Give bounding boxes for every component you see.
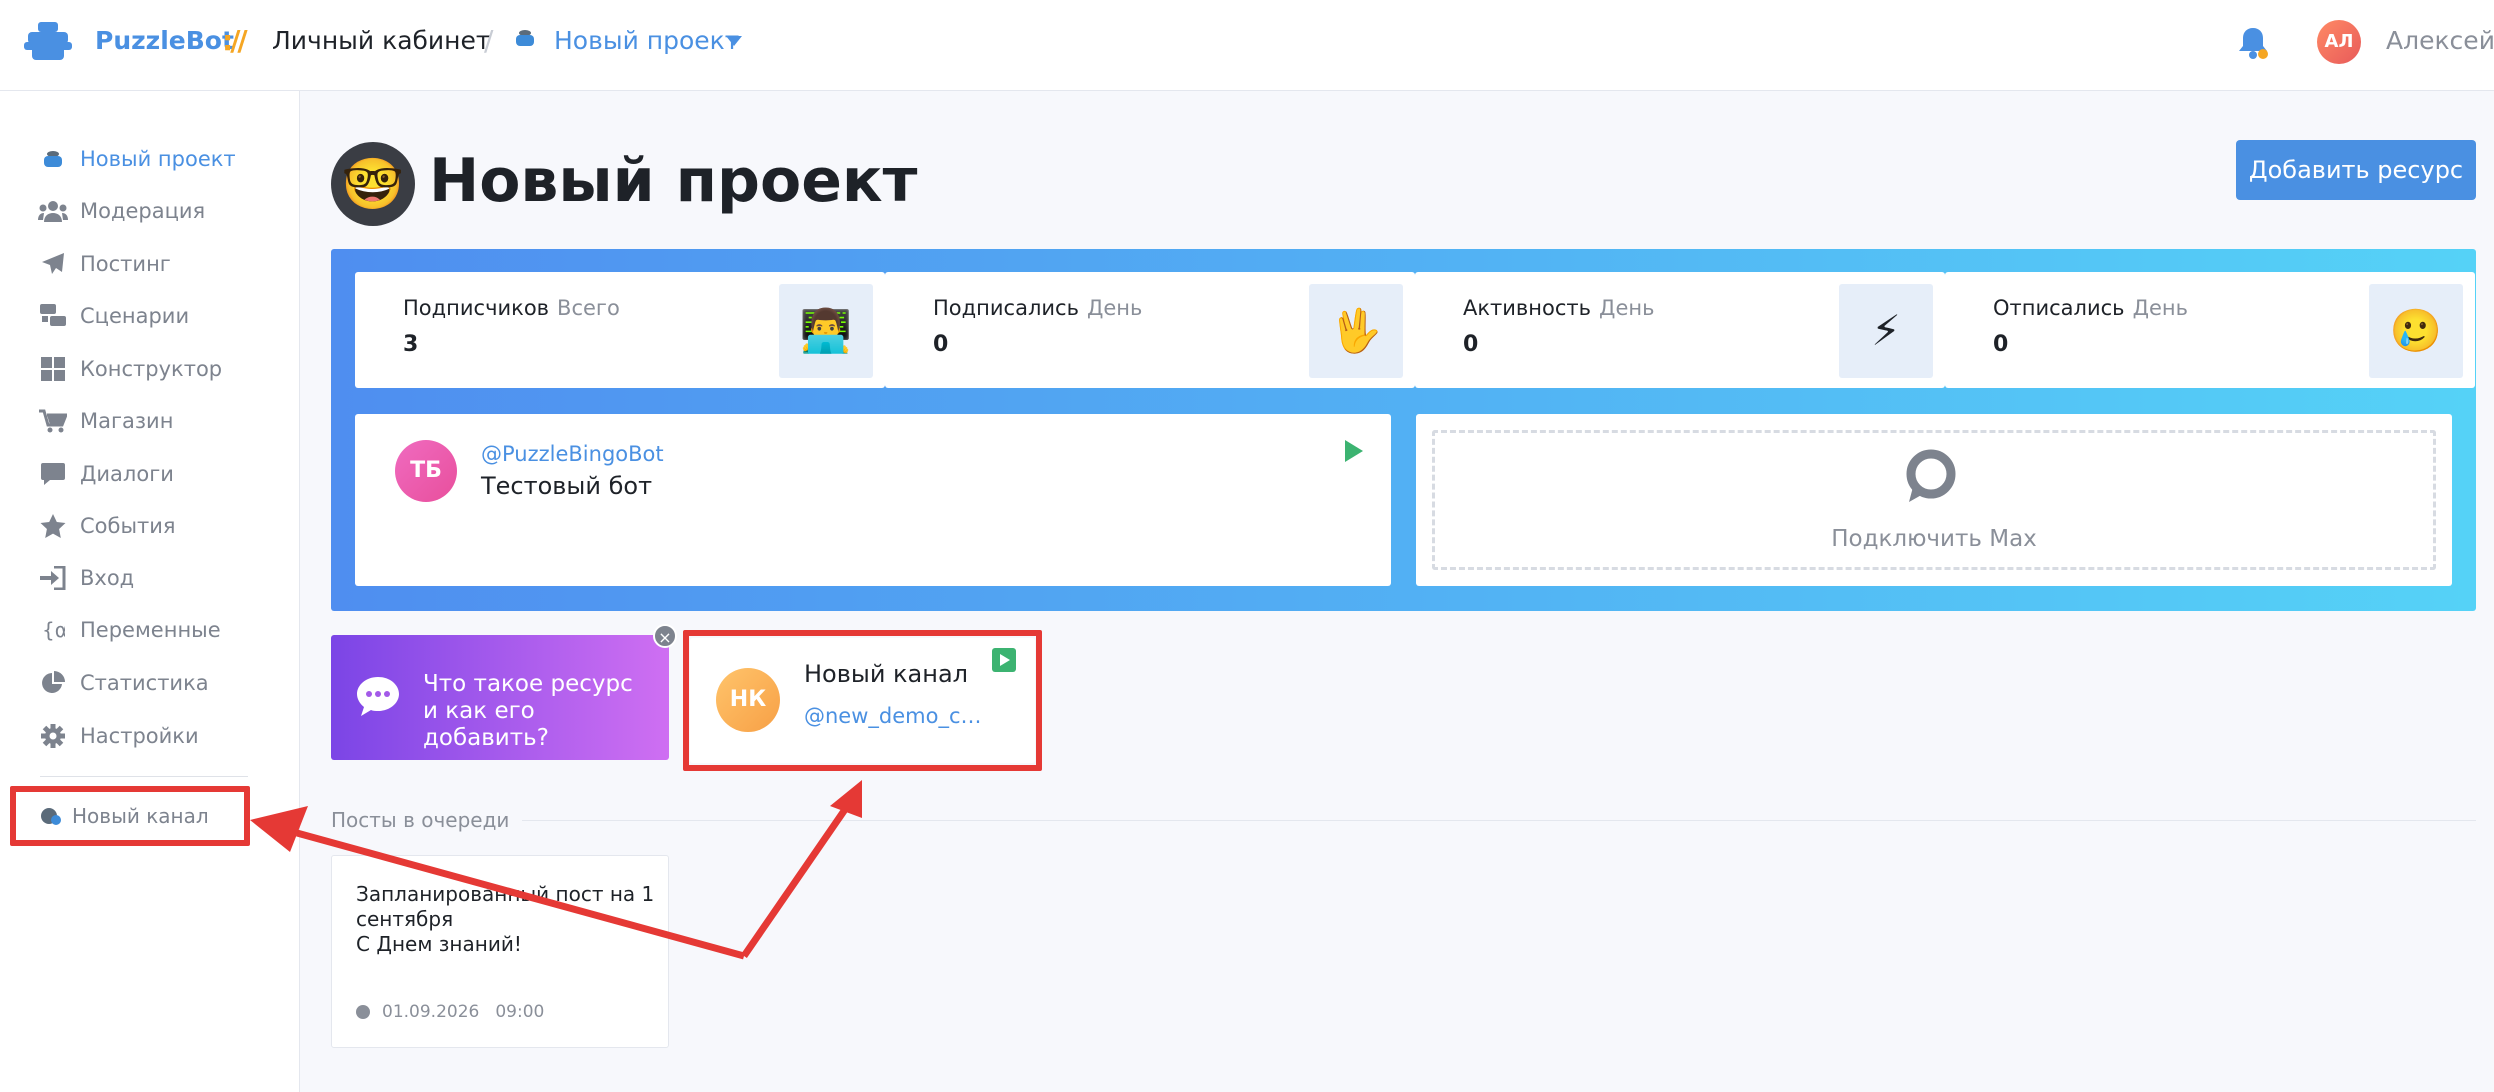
sidebar-item-label: Переменные bbox=[80, 618, 221, 642]
breadcrumb-project-dropdown[interactable]: Новый проект bbox=[554, 26, 739, 55]
bell-icon[interactable] bbox=[2236, 24, 2270, 62]
stat-value: 0 bbox=[1993, 332, 2009, 357]
stat-label: Подписались День bbox=[933, 296, 1143, 320]
stat-card-unsubscribed: Отписались День 0 🥲 bbox=[1945, 272, 2475, 388]
post-text: Запланированный пост на 1 сентября С Дне… bbox=[356, 882, 655, 956]
paper-plane-icon bbox=[38, 251, 68, 277]
sidebar-item-label: Постинг bbox=[80, 252, 171, 276]
play-icon[interactable] bbox=[1345, 440, 1363, 462]
sidebar-item-dialogs[interactable]: Диалоги bbox=[38, 454, 174, 494]
stat-value: 0 bbox=[933, 332, 949, 357]
brand-separator: :// bbox=[222, 24, 248, 57]
bot-username-link[interactable]: @PuzzleBingoBot bbox=[481, 442, 664, 466]
add-resource-button[interactable]: Добавить ресурс bbox=[2236, 140, 2476, 200]
sidebar-item-project[interactable]: Новый проект bbox=[38, 139, 236, 179]
variable-icon: {α bbox=[38, 617, 68, 643]
stat-card-subscribers: Подписчиков Всего 3 👨‍💻 bbox=[355, 272, 885, 388]
grid-icon bbox=[38, 356, 68, 382]
sidebar-item-label: Статистика bbox=[80, 671, 209, 695]
arrow-line-up bbox=[741, 806, 849, 958]
sidebar-item-shop[interactable]: Магазин bbox=[38, 401, 173, 441]
sidebar-item-label: Сценарии bbox=[80, 304, 190, 328]
arrow-head-up bbox=[830, 780, 862, 818]
tear-smile-icon: 🥲 bbox=[2369, 284, 2463, 378]
svg-text:{α: {α bbox=[42, 618, 65, 642]
puzzlebot-logo-icon[interactable] bbox=[24, 20, 72, 64]
scenario-icon bbox=[38, 303, 68, 329]
sidebar-item-label: Конструктор bbox=[80, 357, 223, 381]
pie-chart-icon bbox=[38, 670, 68, 696]
stat-period: День bbox=[1599, 296, 1655, 320]
sidebar-item-label: События bbox=[80, 514, 176, 538]
technologist-icon: 👨‍💻 bbox=[779, 284, 873, 378]
brand-name[interactable]: PuzzleBot bbox=[95, 26, 234, 55]
stat-label: Подписчиков Всего bbox=[403, 296, 620, 320]
cart-icon bbox=[38, 408, 68, 434]
post-date: 01.09.2026 bbox=[382, 1002, 480, 1022]
star-icon bbox=[38, 513, 68, 539]
sidebar-item-label: Магазин bbox=[80, 409, 174, 433]
bot-avatar: ТБ bbox=[395, 440, 457, 502]
sidebar-item-label: Настройки bbox=[80, 724, 199, 748]
users-icon bbox=[38, 198, 68, 224]
bot-name: Тестовый бот bbox=[481, 472, 653, 500]
sidebar-item-label: Диалоги bbox=[80, 462, 174, 486]
stat-label: Отписались День bbox=[1993, 296, 2188, 320]
breadcrumb-separator: / bbox=[484, 24, 494, 57]
stat-period: Всего bbox=[557, 296, 620, 320]
bot-card[interactable]: ТБ @PuzzleBingoBot Тестовый бот bbox=[355, 414, 1391, 586]
chevron-down-icon[interactable] bbox=[726, 36, 742, 46]
stat-label: Активность День bbox=[1463, 296, 1655, 320]
sidebar-item-moderation[interactable]: Модерация bbox=[38, 191, 205, 231]
sidebar-item-constructor[interactable]: Конструктор bbox=[38, 349, 222, 389]
page-title: Новый проект bbox=[429, 146, 918, 216]
vulcan-hand-icon: 🖖 bbox=[1309, 284, 1403, 378]
top-bar: PuzzleBot :// Личный кабинет / Новый про… bbox=[0, 0, 2494, 91]
sidebar-item-scenarios[interactable]: Сценарии bbox=[38, 296, 189, 336]
queue-divider bbox=[522, 820, 2476, 821]
sidebar-item-variables[interactable]: {α Переменные bbox=[38, 610, 221, 650]
sidebar-item-label: Новый проект bbox=[80, 147, 236, 171]
stat-value: 0 bbox=[1463, 332, 1479, 357]
project-avatar: 🤓 bbox=[331, 142, 415, 226]
sidebar-item-events[interactable]: События bbox=[38, 506, 176, 546]
user-name[interactable]: Алексей bbox=[2386, 26, 2494, 55]
highlight-box-sidebar bbox=[10, 786, 250, 846]
sidebar-item-statistics[interactable]: Статистика bbox=[38, 663, 209, 703]
close-icon[interactable]: × bbox=[653, 624, 677, 648]
speech-bubble-icon bbox=[357, 677, 399, 716]
stat-value: 3 bbox=[403, 332, 419, 357]
sidebar-divider bbox=[40, 776, 248, 777]
stat-card-subscribed: Подписались День 0 🖖 bbox=[885, 272, 1415, 388]
post-time: 09:00 bbox=[495, 1002, 545, 1022]
stat-card-activity: Активность День 0 ⚡ bbox=[1415, 272, 1945, 388]
post-schedule: 01.09.2026 09:00 bbox=[356, 1002, 544, 1022]
max-chat-icon bbox=[1906, 449, 1956, 502]
sign-in-icon bbox=[38, 565, 68, 591]
highlight-box-channel-card bbox=[683, 630, 1042, 771]
sidebar-item-settings[interactable]: Настройки bbox=[38, 716, 199, 756]
project-pot-icon bbox=[514, 28, 536, 54]
breadcrumb-cabinet[interactable]: Личный кабинет bbox=[272, 26, 490, 55]
info-card-text: Что такое ресурс и как его добавить? bbox=[423, 671, 633, 751]
clock-icon bbox=[356, 1005, 370, 1019]
stat-period: День bbox=[2132, 296, 2188, 320]
pot-icon bbox=[38, 146, 68, 172]
sidebar-item-posting[interactable]: Постинг bbox=[38, 244, 171, 284]
sidebar-item-login[interactable]: Вход bbox=[38, 558, 134, 598]
queue-title: Посты в очереди bbox=[331, 808, 510, 832]
stat-period: День bbox=[1086, 296, 1143, 320]
gear-icon bbox=[38, 723, 68, 749]
info-card[interactable]: Что такое ресурс и как его добавить? bbox=[331, 635, 669, 760]
user-avatar[interactable]: АЛ bbox=[2317, 20, 2361, 64]
chat-icon bbox=[38, 461, 68, 487]
sidebar-item-label: Вход bbox=[80, 566, 135, 590]
connect-max-label: Подключить Max bbox=[1831, 526, 2037, 552]
lightning-icon: ⚡ bbox=[1839, 284, 1933, 378]
sidebar-item-label: Модерация bbox=[80, 199, 206, 223]
queued-post-card[interactable]: Запланированный пост на 1 сентября С Дне… bbox=[331, 855, 669, 1048]
connect-max-card[interactable]: Подключить Max bbox=[1416, 414, 2452, 586]
